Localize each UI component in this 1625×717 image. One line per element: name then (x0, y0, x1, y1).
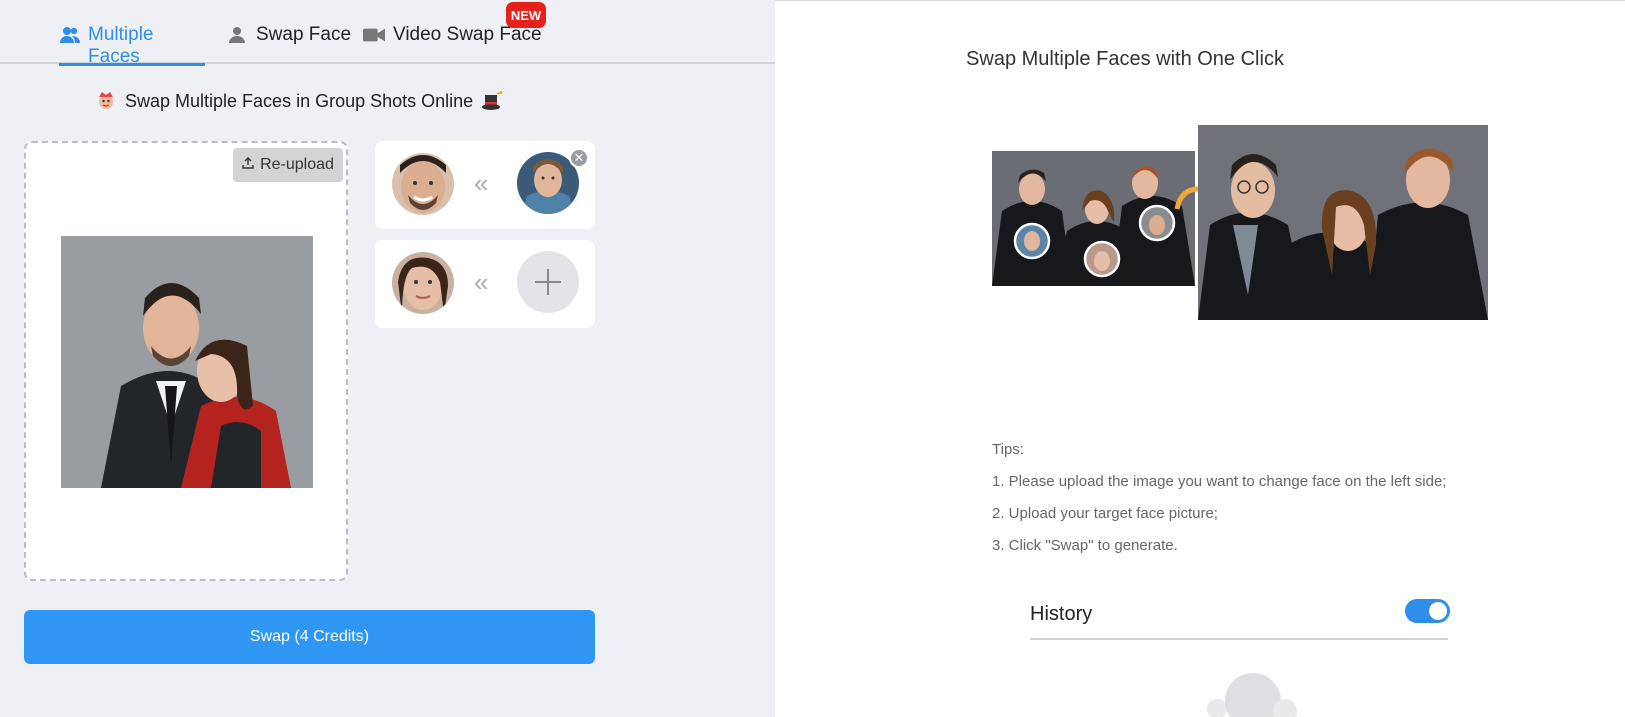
upload-dropzone[interactable]: Re-upload (24, 141, 348, 581)
add-face-button[interactable] (517, 251, 579, 313)
cloud-icon (1207, 673, 1297, 717)
toggle-knob (1429, 602, 1447, 620)
upload-icon (242, 156, 254, 174)
source-face-thumbnail[interactable] (392, 252, 454, 314)
double-chevron-left-icon: « (474, 267, 489, 297)
tab-bar: Multiple Faces Swap Face Video Swap Face… (0, 0, 775, 67)
history-header: History (1030, 596, 1450, 640)
tab-video-swap-face[interactable]: Video Swap Face (363, 24, 542, 64)
tip-item: 3. Click "Swap" to generate. (992, 537, 1178, 554)
subtitle-text: Swap Multiple Faces in Group Shots Onlin… (125, 90, 474, 111)
new-badge: NEW (506, 2, 546, 28)
remove-face-button[interactable]: ✕ (569, 148, 589, 168)
demo-after-image (1198, 125, 1488, 320)
tab-label: Multiple Faces (88, 24, 154, 67)
reupload-button[interactable]: Re-upload (233, 148, 343, 182)
face-pair-card: « ✕ (375, 141, 595, 229)
demo-before-image (992, 151, 1195, 286)
uploaded-photo (61, 236, 313, 488)
tip-item: 1. Please upload the image you want to c… (992, 473, 1447, 490)
video-camera-icon (363, 24, 385, 46)
mask-icon (95, 90, 117, 112)
tips-section: Tips: 1. Please upload the image you wan… (992, 439, 1446, 567)
info-panel: Swap Multiple Faces with One Click Tips:… (775, 0, 1625, 717)
editor-panel: Multiple Faces Swap Face Video Swap Face… (0, 0, 775, 717)
page-subtitle: Swap Multiple Faces in Group Shots Onlin… (95, 86, 503, 116)
reupload-label: Re-upload (260, 156, 334, 173)
tab-swap-face[interactable]: Swap Face (226, 24, 351, 64)
demo-title: Swap Multiple Faces with One Click (966, 48, 1284, 70)
face-pair-card: « (375, 240, 595, 328)
history-toggle[interactable] (1405, 599, 1450, 623)
plus-icon (535, 269, 561, 295)
swap-button[interactable]: Swap (4 Credits) (24, 610, 595, 664)
double-chevron-left-icon: « (474, 168, 489, 198)
user-icon (226, 24, 248, 46)
tip-item: 2. Upload your target face picture; (992, 505, 1218, 522)
source-face-thumbnail[interactable] (392, 153, 454, 215)
history-label: History (1030, 603, 1093, 625)
tips-heading: Tips: (992, 441, 1024, 458)
magic-hat-icon (481, 90, 503, 112)
tab-label: Swap Face (256, 24, 352, 45)
users-icon (59, 24, 80, 46)
tab-multiple-faces[interactable]: Multiple Faces (59, 24, 205, 67)
